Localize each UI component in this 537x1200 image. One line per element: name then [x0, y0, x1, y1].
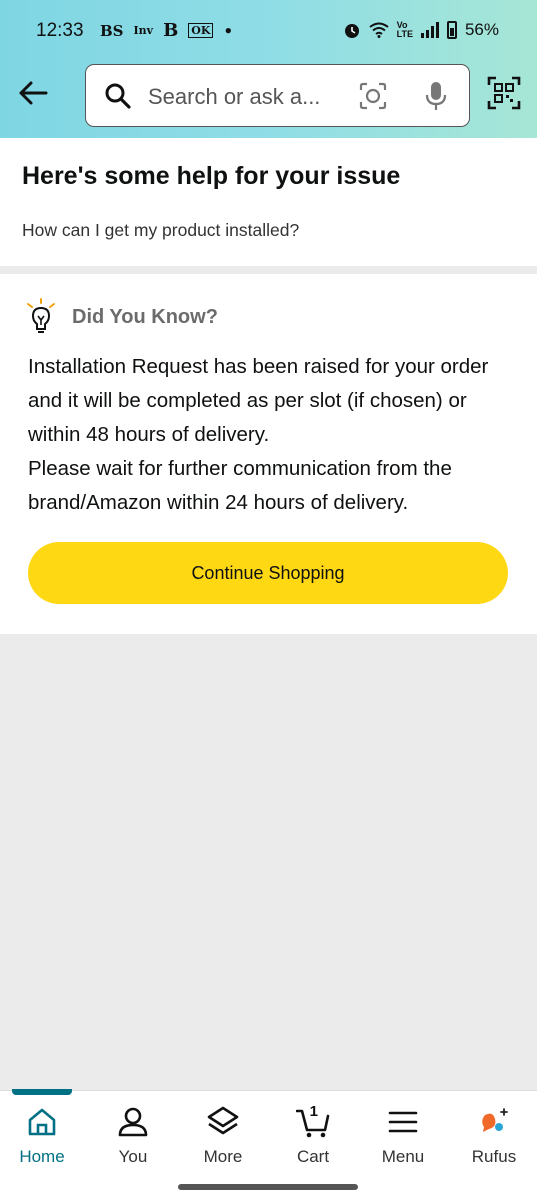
nav-label: Cart [296, 1147, 330, 1166]
continue-shopping-button[interactable]: Continue Shopping [28, 542, 508, 604]
page-title: Here's some help for your issue [22, 162, 401, 190]
did-you-know-card: Did You Know? Installation Request has b… [0, 274, 537, 634]
cart-count-badge: 1 [309, 1103, 319, 1120]
installation-message: Installation Request has been raised for… [28, 355, 489, 446]
rufus-icon [482, 1108, 508, 1132]
notification-icon-inv: Inv [133, 24, 154, 37]
notification-icons: BS Inv B OK • [100, 20, 233, 41]
nav-item-more[interactable]: More [178, 1105, 268, 1167]
status-bar: 12:33 BS Inv B OK • Vo LTE 56% [0, 0, 537, 62]
signal-icon [420, 22, 439, 38]
search-input[interactable]: Search or ask a... [148, 84, 338, 110]
nav-item-menu[interactable]: Menu [358, 1105, 448, 1167]
card-heading: Did You Know? [72, 306, 218, 328]
communication-message: Please wait for further communication fr… [28, 457, 452, 514]
active-tab-indicator [12, 1089, 72, 1095]
status-time: 12:33 [36, 20, 84, 41]
notification-icon-ok: OK [188, 23, 214, 38]
nav-item-cart[interactable]: 1 Cart [268, 1103, 358, 1167]
notification-icon-bs: BS [100, 21, 124, 40]
issue-question: How can I get my product installed? [22, 220, 300, 240]
nav-item-home[interactable]: Home [0, 1105, 87, 1167]
notification-dot: • [223, 21, 234, 40]
app-header: 12:33 BS Inv B OK • Vo LTE 56% Search or … [0, 0, 537, 138]
nav-item-you[interactable]: You [88, 1105, 178, 1167]
home-icon [28, 1108, 56, 1136]
nav-label: Menu [381, 1147, 425, 1166]
status-right: Vo LTE 56% [343, 20, 499, 40]
microphone-icon[interactable] [423, 80, 449, 112]
card-body: Installation Request has been raised for… [28, 350, 518, 520]
nav-label: More [203, 1147, 243, 1166]
qr-scanner-icon[interactable] [487, 76, 521, 110]
person-icon [118, 1107, 148, 1137]
notification-icon-b: B [163, 20, 179, 41]
volte-icon: Vo LTE [396, 20, 413, 39]
nav-item-rufus[interactable]: Rufus [449, 1105, 537, 1167]
search-icon [105, 83, 131, 109]
gesture-home-bar[interactable] [178, 1184, 358, 1190]
layers-icon [207, 1106, 239, 1135]
wifi-icon [369, 22, 389, 38]
camera-search-icon[interactable] [358, 81, 388, 111]
search-box[interactable]: Search or ask a... [85, 64, 470, 127]
menu-icon [388, 1111, 418, 1133]
battery-icon [446, 21, 457, 39]
nav-label: Home [19, 1147, 65, 1166]
nav-label: Rufus [471, 1147, 517, 1166]
battery-level: 56% [464, 20, 499, 39]
alarm-icon [344, 24, 359, 38]
help-section: Here's some help for your issue How can … [0, 138, 537, 266]
lightbulb-icon [27, 298, 55, 333]
nav-label: You [118, 1147, 148, 1166]
back-arrow-icon[interactable] [16, 76, 50, 110]
